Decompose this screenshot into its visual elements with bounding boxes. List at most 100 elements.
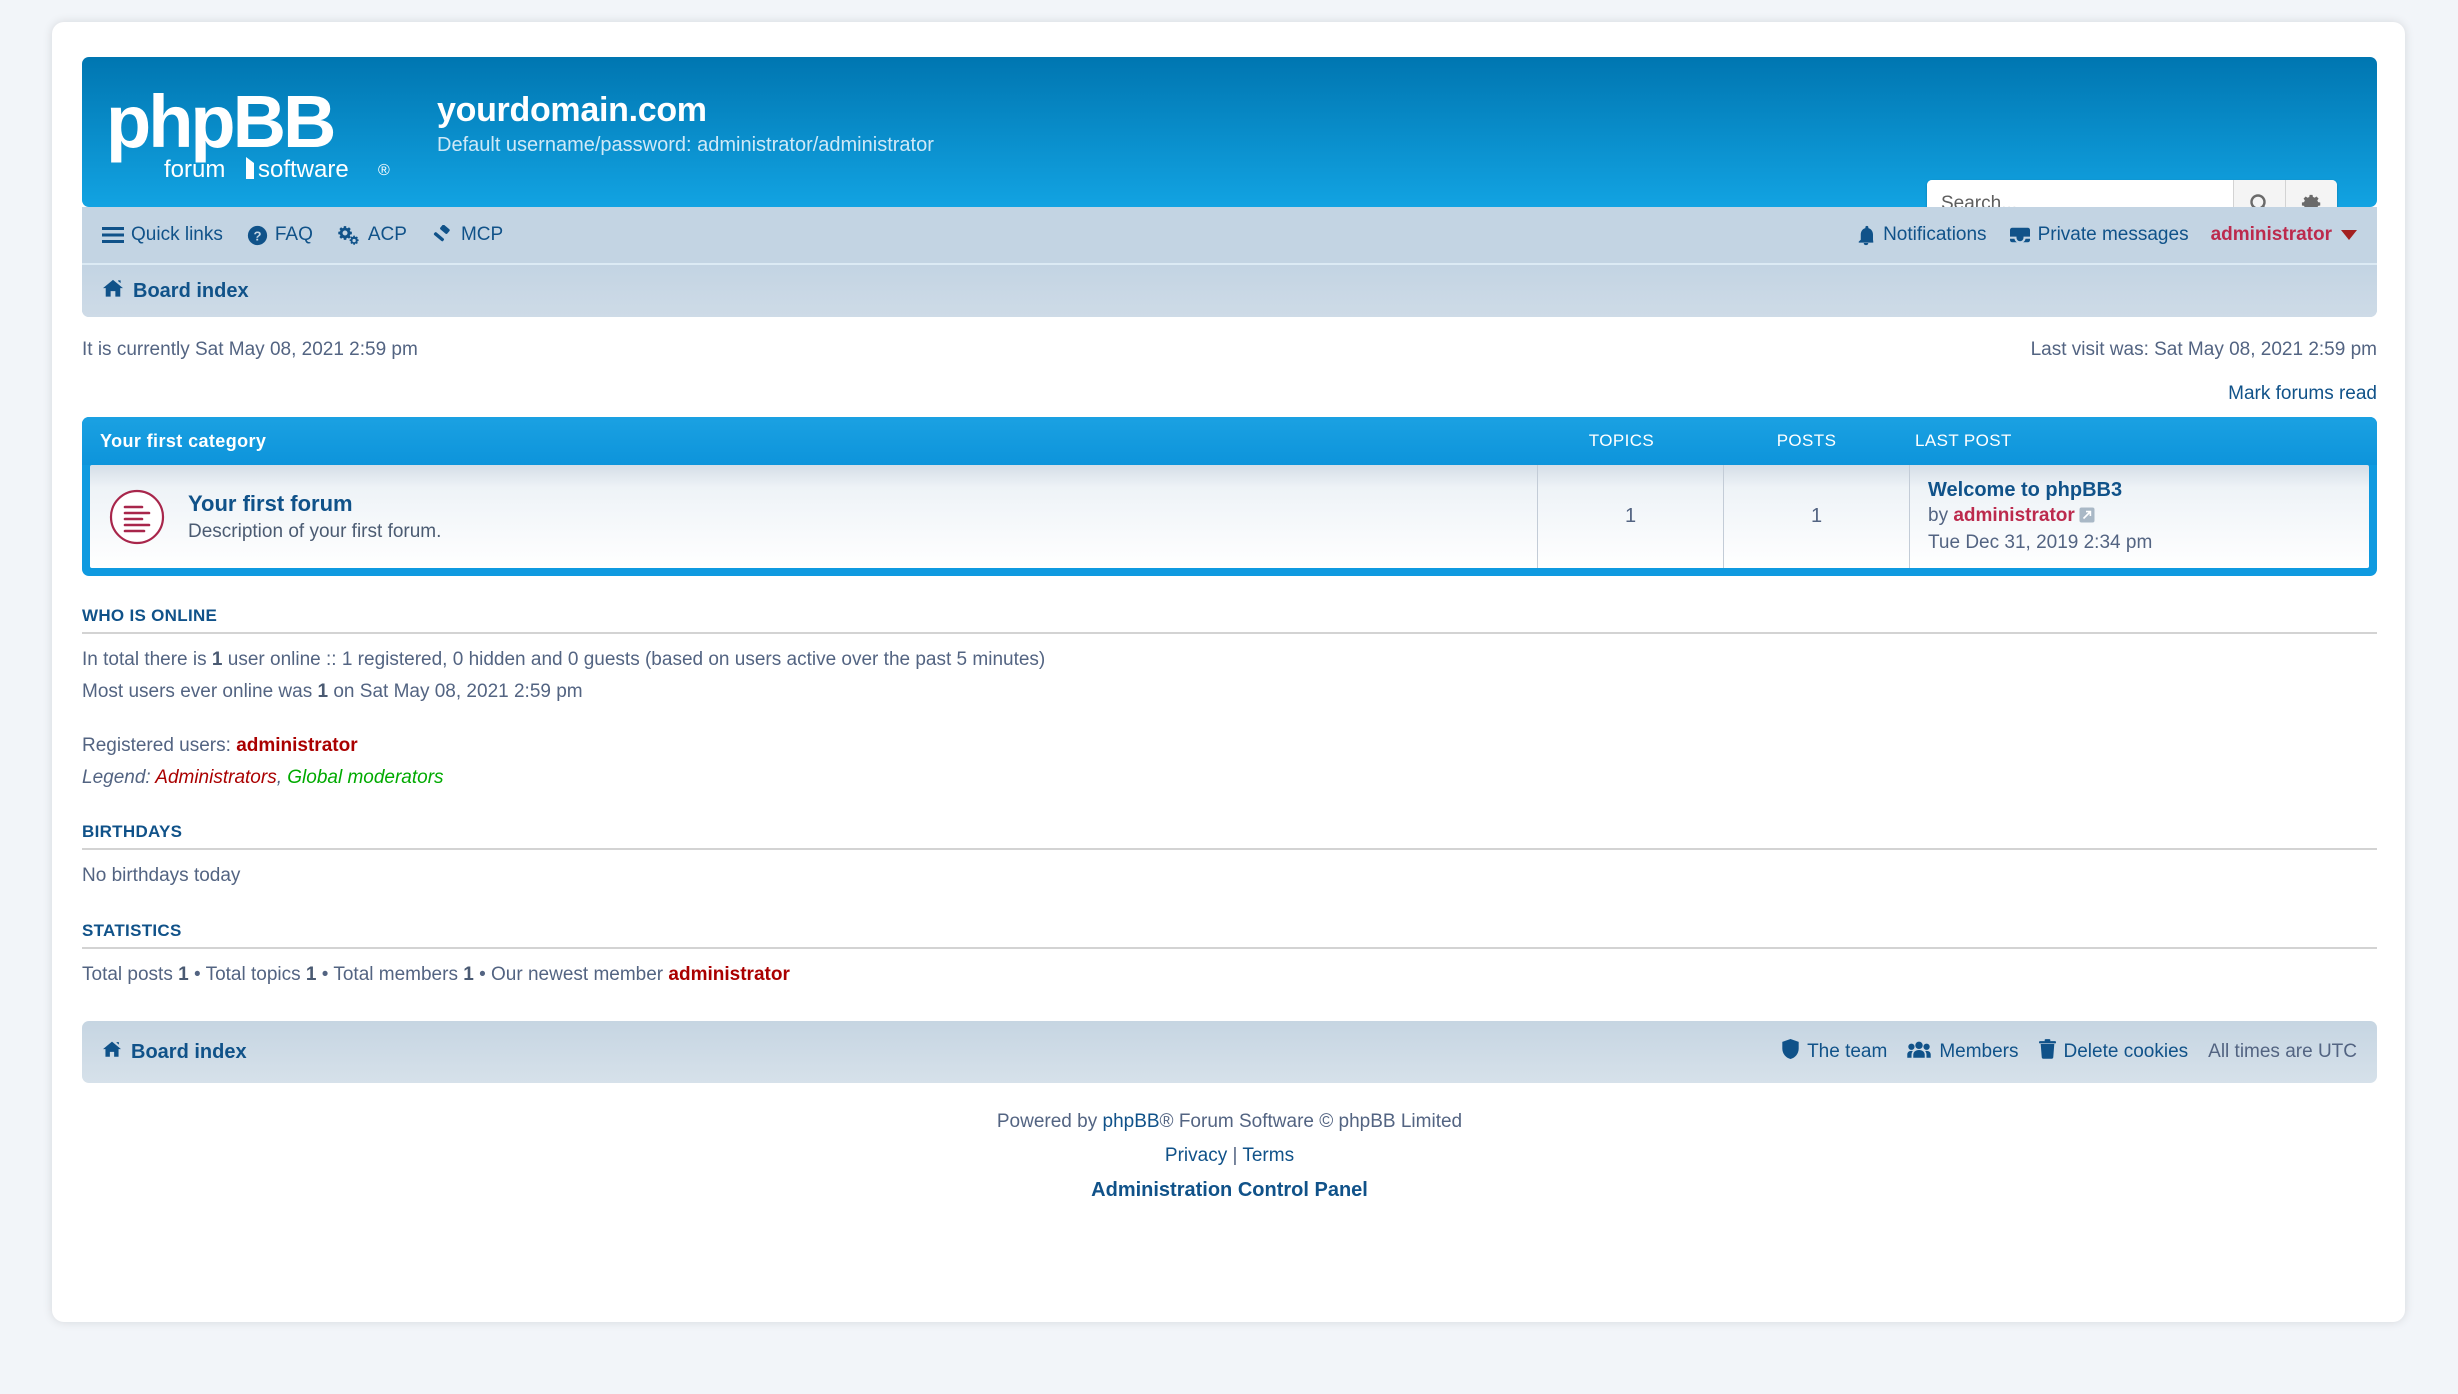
forum-description: Description of your first forum. <box>188 520 442 542</box>
svg-text:?: ? <box>253 228 261 243</box>
gavel-icon <box>431 224 454 246</box>
forum-read-icon <box>108 488 166 546</box>
nav-item-mcp[interactable]: MCP <box>431 224 503 246</box>
section-divider <box>82 848 2377 850</box>
forum-posts-count: 1 <box>1723 465 1909 568</box>
column-header-posts: POSTS <box>1776 431 1837 450</box>
last-post-time: Tue Dec 31, 2019 2:34 pm <box>1928 532 2153 553</box>
terms-link[interactable]: Terms <box>1242 1145 1294 1166</box>
last-post-author-line: by administrator <box>1928 505 2351 529</box>
powered-by-line: Powered by phpBB® Forum Software © phpBB… <box>82 1111 2377 1133</box>
column-header-topics: TOPICS <box>1588 431 1655 450</box>
legend-administrators-link[interactable]: Administrators <box>155 767 276 788</box>
total-topics-label: Total topics <box>205 963 306 985</box>
shield-icon <box>1782 1039 1799 1065</box>
nav-item-quick-links-label: Quick links <box>131 224 223 245</box>
phpbb-link[interactable]: phpBB <box>1103 1111 1160 1132</box>
search-submit-button[interactable] <box>2233 180 2285 207</box>
privacy-link[interactable]: Privacy <box>1165 1145 1227 1166</box>
goto-post-icon[interactable] <box>2079 507 2095 529</box>
nav-item-acp-label: ACP <box>367 224 407 245</box>
last-post-author-link[interactable]: administrator <box>1953 505 2074 526</box>
nav-links-right: Notifications Private messages administr <box>1856 224 2357 246</box>
breadcrumb-board-index-label: Board index <box>133 279 249 302</box>
nav-item-faq[interactable]: ? FAQ <box>247 224 313 246</box>
last-post-title-link[interactable]: Welcome to phpBB3 <box>1928 479 2351 502</box>
who-is-online-section: WHO IS ONLINE In total there is 1 user o… <box>82 606 2377 792</box>
home-icon <box>102 1040 122 1064</box>
bell-icon <box>1856 225 1876 246</box>
footer-delete-cookies-label: Delete cookies <box>2063 1041 2189 1062</box>
online-total-line: In total there is 1 user online :: 1 reg… <box>82 646 2377 675</box>
registered-users-line: Registered users: administrator <box>82 732 2377 761</box>
search-box <box>1927 180 2337 207</box>
footer-board-index-link[interactable]: Board index <box>102 1040 247 1064</box>
credits-block: Powered by phpBB® Forum Software © phpBB… <box>82 1111 2377 1202</box>
category-header: Your first category TOPICS POSTS LAST PO… <box>82 417 2377 465</box>
total-posts-value: 1 <box>178 963 189 985</box>
forum-row: Your first forum Description of your fir… <box>90 465 2369 568</box>
inbox-icon <box>2009 225 2031 245</box>
forum-main-cell: Your first forum Description of your fir… <box>90 465 1537 568</box>
svg-text:®: ® <box>378 162 390 179</box>
administration-control-panel-link[interactable]: Administration Control Panel <box>1091 1179 1368 1201</box>
column-header-lastpost: LAST POST <box>1915 431 2012 450</box>
online-record-suffix: on Sat May 08, 2021 2:59 pm <box>328 680 583 702</box>
online-record-prefix: Most users ever online was <box>82 680 318 702</box>
statistics-line: Total posts 1 • Total topics 1 • Total m… <box>82 961 2377 990</box>
footer-the-team-link[interactable]: The team <box>1782 1039 1887 1065</box>
online-record-count: 1 <box>317 680 329 702</box>
nav-item-acp[interactable]: ACP <box>337 224 407 246</box>
nav-item-notifications[interactable]: Notifications <box>1856 224 1987 246</box>
legend-global-moderators-link[interactable]: Global moderators <box>287 767 443 788</box>
footer-delete-cookies-link[interactable]: Delete cookies <box>2038 1039 2189 1065</box>
stat-separator-2: • <box>316 963 334 985</box>
nav-item-faq-label: FAQ <box>274 224 313 245</box>
who-is-online-title: WHO IS ONLINE <box>82 606 218 625</box>
navigation-bar: Quick links ? FAQ ACP MCP Notifications … <box>82 207 2377 317</box>
total-members-value: 1 <box>463 963 474 985</box>
question-circle-icon: ? <box>247 225 268 246</box>
birthdays-title: BIRTHDAYS <box>82 822 183 841</box>
nav-item-quick-links[interactable]: Quick links <box>102 224 223 246</box>
powered-by-suffix: ® Forum Software © phpBB Limited <box>1159 1111 1463 1132</box>
phpbb-logo[interactable]: phpBB forum software ® <box>106 79 416 187</box>
last-visit-text: Last visit was: Sat May 08, 2021 2:59 pm <box>2030 339 2377 360</box>
newest-member-link[interactable]: administrator <box>668 964 789 985</box>
hamburger-icon <box>102 226 124 244</box>
advanced-search-button[interactable] <box>2285 180 2337 207</box>
footer-members-label: Members <box>1939 1041 2019 1062</box>
mark-forums-read-link[interactable]: Mark forums read <box>2228 383 2377 404</box>
nav-item-user-menu[interactable]: administrator <box>2211 224 2357 246</box>
footer-timezone: All times are UTC <box>2208 1041 2357 1062</box>
search-input[interactable] <box>1927 180 2233 207</box>
legend-label: Legend: <box>82 766 156 788</box>
nav-item-private-messages[interactable]: Private messages <box>2009 224 2189 246</box>
breadcrumb-board-index[interactable]: Board index <box>102 278 249 304</box>
statistics-title: STATISTICS <box>82 920 182 940</box>
last-post-by-label: by <box>1928 505 1949 526</box>
forum-last-post-cell: Welcome to phpBB3 by administrator Tue D… <box>1909 465 2369 568</box>
nav-item-user-label: administrator <box>2210 224 2332 245</box>
stat-separator-1: • <box>188 963 206 985</box>
page-container: phpBB forum software ® yourdomain.com De… <box>52 22 2405 1322</box>
search-icon <box>2249 193 2266 207</box>
online-total-prefix: In total there is <box>82 649 212 670</box>
footer-bar: Board index The team Members Delete cook… <box>82 1021 2377 1083</box>
forum-text: Your first forum Description of your fir… <box>188 491 441 543</box>
site-title: yourdomain.com <box>437 91 707 129</box>
current-time-text: It is currently Sat May 08, 2021 2:59 pm <box>82 339 418 360</box>
forum-title-link[interactable]: Your first forum <box>188 491 441 517</box>
footer-members-link[interactable]: Members <box>1907 1040 2019 1065</box>
chevron-down-icon <box>2341 230 2357 240</box>
section-divider <box>82 946 2377 949</box>
users-icon <box>1907 1040 1932 1065</box>
navigation-row-breadcrumb: Board index <box>82 265 2377 317</box>
registered-user-link[interactable]: administrator <box>236 735 357 756</box>
category-title[interactable]: Your first category <box>100 431 1529 452</box>
trash-icon <box>2038 1039 2056 1065</box>
site-description: Default username/password: administrator… <box>437 134 934 157</box>
stat-separator-3: • <box>473 963 492 985</box>
svg-text:software: software <box>258 156 349 183</box>
powered-by-prefix: Powered by <box>996 1111 1103 1132</box>
